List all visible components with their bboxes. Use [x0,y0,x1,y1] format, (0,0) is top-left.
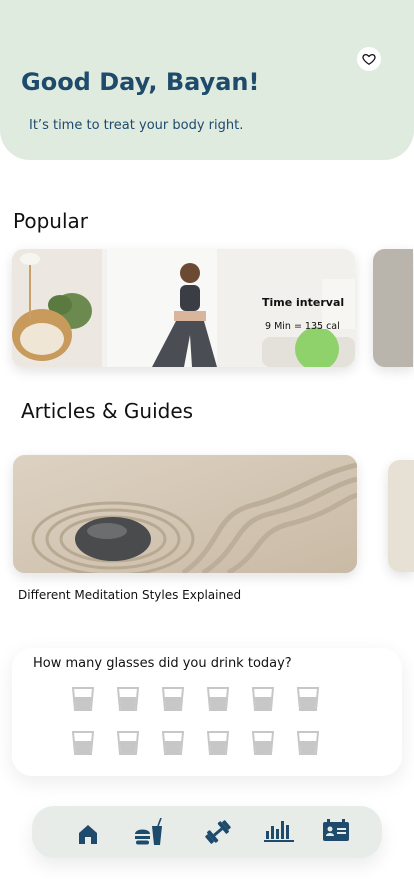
water-glass-icon[interactable] [252,731,274,755]
water-glass-icon[interactable] [252,687,274,711]
water-glass-icon[interactable] [297,731,319,755]
water-glass-icon[interactable] [162,687,184,711]
workout-title: Time interval [262,296,345,309]
article-title: Different Meditation Styles Explained [18,588,242,602]
workout-detail: 9 Min = 135 cal [265,321,340,332]
water-question: How many glasses did you drink today? [33,656,292,671]
favorite-button[interactable] [357,47,381,71]
food-drink-icon[interactable] [134,818,164,846]
article-card-next[interactable] [388,460,414,572]
popular-section-title: Popular [13,209,88,233]
water-glass-icon[interactable] [117,687,139,711]
water-glass-icon[interactable] [162,731,184,755]
articles-section-title: Articles & Guides [21,399,194,423]
greeting-title: Good Day, Bayan! [21,68,260,96]
water-glass-icon[interactable] [207,687,229,711]
home-icon[interactable] [76,822,100,846]
heart-icon [362,53,376,65]
zen-sand-photo [13,455,357,573]
water-glass-icon[interactable] [72,731,94,755]
dumbbell-icon[interactable] [203,818,233,846]
water-glass-icon[interactable] [72,687,94,711]
profile-card-icon[interactable] [322,819,350,843]
stats-chart-icon[interactable] [263,815,295,843]
article-card[interactable] [13,455,357,573]
water-glass-icon[interactable] [207,731,229,755]
water-glass-icon[interactable] [117,731,139,755]
greeting-subtitle: It’s time to treat your body right. [29,118,244,133]
water-glass-icon[interactable] [297,687,319,711]
popular-card-next[interactable] [373,249,413,367]
